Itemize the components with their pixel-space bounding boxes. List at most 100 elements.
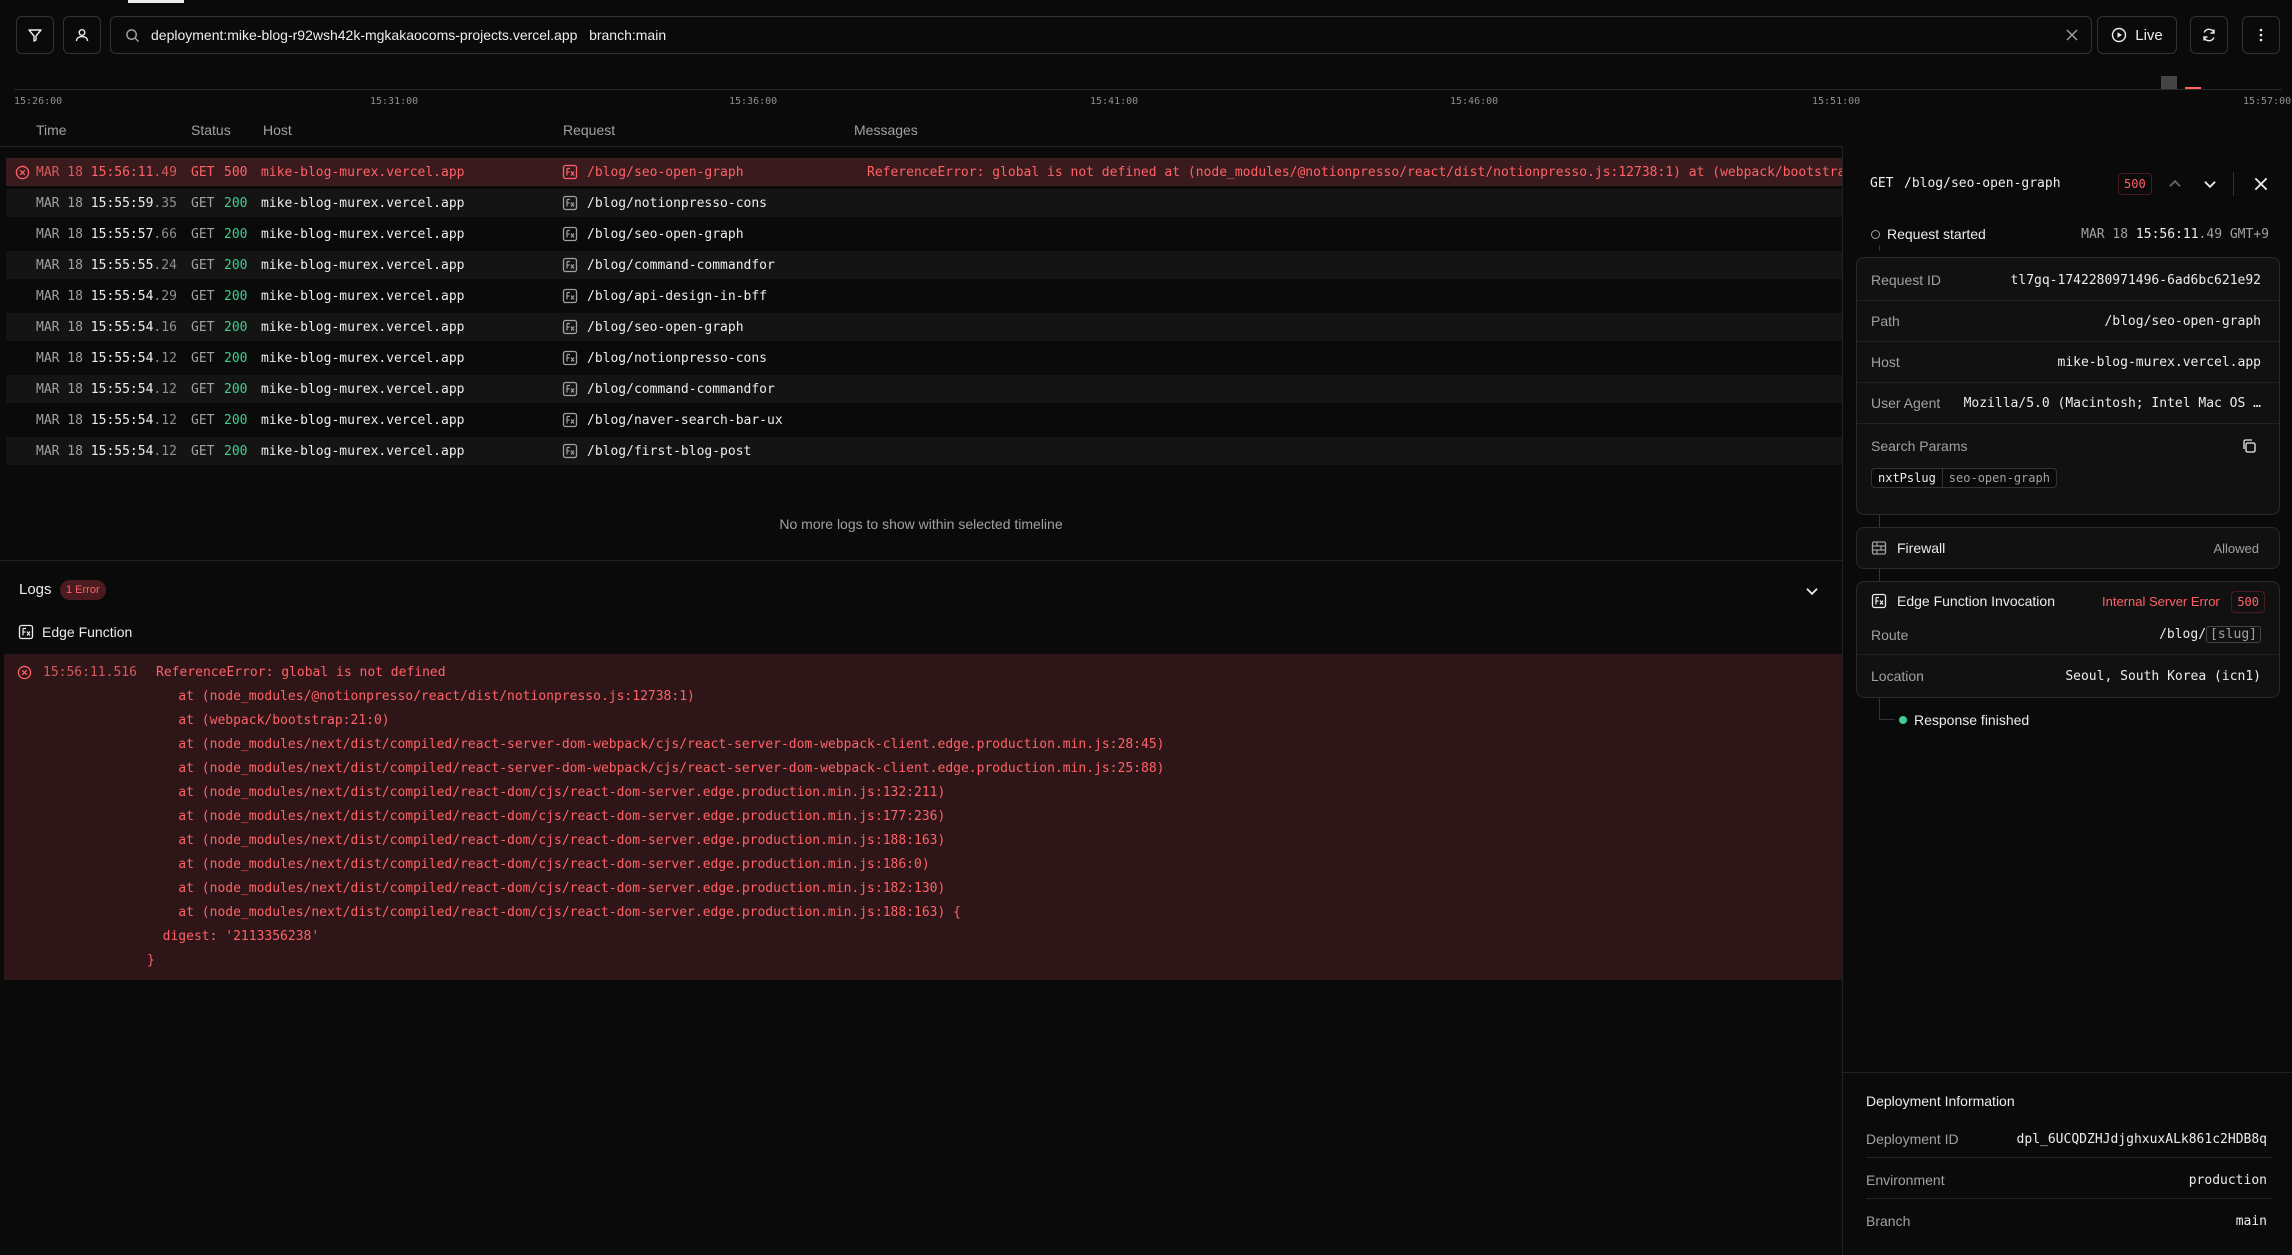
filter-button[interactable] <box>16 16 54 54</box>
route-label: Route <box>1871 627 1909 643</box>
user-agent-value[interactable]: Mozilla/5.0 (Macintosh; Intel Mac OS … <box>1964 396 2261 411</box>
row-host: mike-blog-murex.vercel.app <box>261 350 465 366</box>
user-filter-button[interactable] <box>63 16 101 54</box>
chevron-down-icon[interactable] <box>1803 582 1821 600</box>
chevron-up-icon[interactable] <box>2166 175 2184 193</box>
chevron-down-icon[interactable] <box>2201 175 2219 193</box>
function-icon <box>1871 593 1887 609</box>
function-icon <box>562 195 578 211</box>
table-row[interactable]: MAR 18 15:55:54.12 GET 200 mike-blog-mur… <box>6 344 1842 372</box>
row-time: MAR 18 15:55:55.24 <box>36 258 177 273</box>
row-ms: .16 <box>153 319 177 335</box>
row-date: MAR 18 <box>36 319 83 335</box>
row-method: GET <box>191 412 215 428</box>
row-clock: 15:55:54 <box>90 443 154 459</box>
vertical-dots-icon <box>2253 27 2269 43</box>
row-host: mike-blog-murex.vercel.app <box>261 226 465 242</box>
row-request: /blog/notionpresso-cons <box>587 195 768 211</box>
live-button[interactable]: Live <box>2097 16 2177 54</box>
table-row[interactable]: MAR 18 15:55:54.16 GET 200 mike-blog-mur… <box>6 313 1842 341</box>
row-host: mike-blog-murex.vercel.app <box>261 257 465 273</box>
edge-function-card[interactable]: Edge Function Invocation Internal Server… <box>1856 581 2280 698</box>
row-clock: 15:55:54 <box>90 412 154 428</box>
deployment-id-value[interactable]: dpl_6UCQDZHJdjghxuxALk861c2HDB8q <box>2017 1132 2267 1147</box>
log-line: at (node_modules/next/dist/compiled/reac… <box>147 857 930 872</box>
route-value: /blog/[slug] <box>2159 626 2261 643</box>
log-line: at (webpack/bootstrap:21:0) <box>147 713 390 728</box>
deployment-id-label: Deployment ID <box>1866 1131 1959 1147</box>
table-row[interactable]: MAR 18 15:55:54.12 GET 200 mike-blog-mur… <box>6 406 1842 434</box>
log-line: } <box>147 953 155 968</box>
table-row[interactable]: MAR 18 15:55:54.12 GET 200 mike-blog-mur… <box>6 437 1842 465</box>
row-host: mike-blog-murex.vercel.app <box>261 195 465 211</box>
firewall-card[interactable]: Firewall Allowed <box>1856 527 2280 569</box>
detail-path: /blog/seo-open-graph <box>1904 176 2061 191</box>
row-date: MAR 18 <box>36 257 83 273</box>
row-method: GET <box>191 195 215 211</box>
table-row[interactable]: MAR 18 15:55:54.12 GET 200 mike-blog-mur… <box>6 375 1842 403</box>
row-request: /blog/command-commandfor <box>587 381 775 397</box>
row-host: mike-blog-murex.vercel.app <box>261 319 465 335</box>
tree-connector <box>1879 569 1880 581</box>
logs-divider <box>0 560 1842 561</box>
host-label: Host <box>1871 354 1900 370</box>
request-id-value[interactable]: tl7gq-1742280971496-6ad6bc621e92 <box>2011 273 2261 288</box>
timeline-axis[interactable] <box>14 89 2282 90</box>
table-row[interactable]: MAR 18 15:55:57.66 GET 200 mike-blog-mur… <box>6 220 1842 248</box>
row-host: mike-blog-murex.vercel.app <box>261 288 465 304</box>
more-options-button[interactable] <box>2242 16 2280 54</box>
row-method: GET <box>191 350 215 366</box>
column-header-time[interactable]: Time <box>36 122 67 138</box>
copy-icon[interactable] <box>2241 438 2257 454</box>
row-request: /blog/seo-open-graph <box>587 226 744 242</box>
row-clock: 15:55:54 <box>90 381 154 397</box>
detail-status-badge: 500 <box>2118 173 2152 195</box>
route-slug: [slug] <box>2206 626 2261 643</box>
column-header-host[interactable]: Host <box>263 122 292 138</box>
row-divider <box>1866 1198 2272 1199</box>
host-value[interactable]: mike-blog-murex.vercel.app <box>2058 355 2262 370</box>
table-row[interactable]: MAR 18 15:55:59.35 GET 200 mike-blog-mur… <box>6 189 1842 217</box>
row-date: MAR 18 <box>36 381 83 397</box>
row-divider <box>1857 341 2279 342</box>
log-line: at (node_modules/next/dist/compiled/reac… <box>147 761 1165 776</box>
row-ms: .49 <box>153 164 177 180</box>
timeline-tick: 15:51:00 <box>1812 96 1861 107</box>
request-info-card: Request ID tl7gq-1742280971496-6ad6bc621… <box>1856 257 2280 515</box>
row-clock: 15:55:54 <box>90 288 154 304</box>
error-circle-icon <box>15 165 30 180</box>
close-icon[interactable] <box>2252 175 2270 193</box>
row-divider <box>1866 1157 2272 1158</box>
column-header-status[interactable]: Status <box>191 122 231 138</box>
firewall-status: Allowed <box>2213 541 2259 556</box>
detail-method: GET <box>1870 176 1894 191</box>
row-time: MAR 18 15:55:54.12 <box>36 382 177 397</box>
function-icon <box>18 624 34 640</box>
table-row[interactable]: MAR 18 15:55:54.29 GET 200 mike-blog-mur… <box>6 282 1842 310</box>
table-row[interactable]: MAR 18 15:55:55.24 GET 200 mike-blog-mur… <box>6 251 1842 279</box>
function-icon <box>562 443 578 459</box>
column-header-request[interactable]: Request <box>563 122 615 138</box>
column-header-messages[interactable]: Messages <box>854 122 918 138</box>
log-line: at (node_modules/next/dist/compiled/reac… <box>147 737 1165 752</box>
row-date: MAR 18 <box>36 195 83 211</box>
log-line: at (node_modules/next/dist/compiled/reac… <box>147 809 946 824</box>
request-started-date: MAR 18 <box>2081 227 2129 242</box>
timeline-bar <box>2161 76 2177 89</box>
row-clock: 15:55:55 <box>90 257 154 273</box>
path-value[interactable]: /blog/seo-open-graph <box>2104 314 2261 329</box>
row-time: MAR 18 15:56:11.49 <box>36 165 177 180</box>
search-input[interactable]: deployment:mike-blog-r92wsh42k-mgkakaoco… <box>110 16 2092 54</box>
row-status: 200 <box>224 288 248 304</box>
row-status: 200 <box>224 195 248 211</box>
row-status: 200 <box>224 443 248 459</box>
row-request: /blog/notionpresso-cons <box>587 350 768 366</box>
edge-error-label: Internal Server Error <box>2102 594 2220 609</box>
logs-title: Logs <box>19 581 52 598</box>
table-row[interactable]: MAR 18 15:56:11.49 GET 500 mike-blog-mur… <box>6 158 1842 186</box>
clear-search-icon[interactable] <box>2065 28 2079 42</box>
row-time: MAR 18 15:55:54.12 <box>36 444 177 459</box>
row-message: ReferenceError: global is not defined at… <box>867 164 1842 180</box>
row-divider <box>1857 423 2279 424</box>
refresh-button[interactable] <box>2190 16 2228 54</box>
